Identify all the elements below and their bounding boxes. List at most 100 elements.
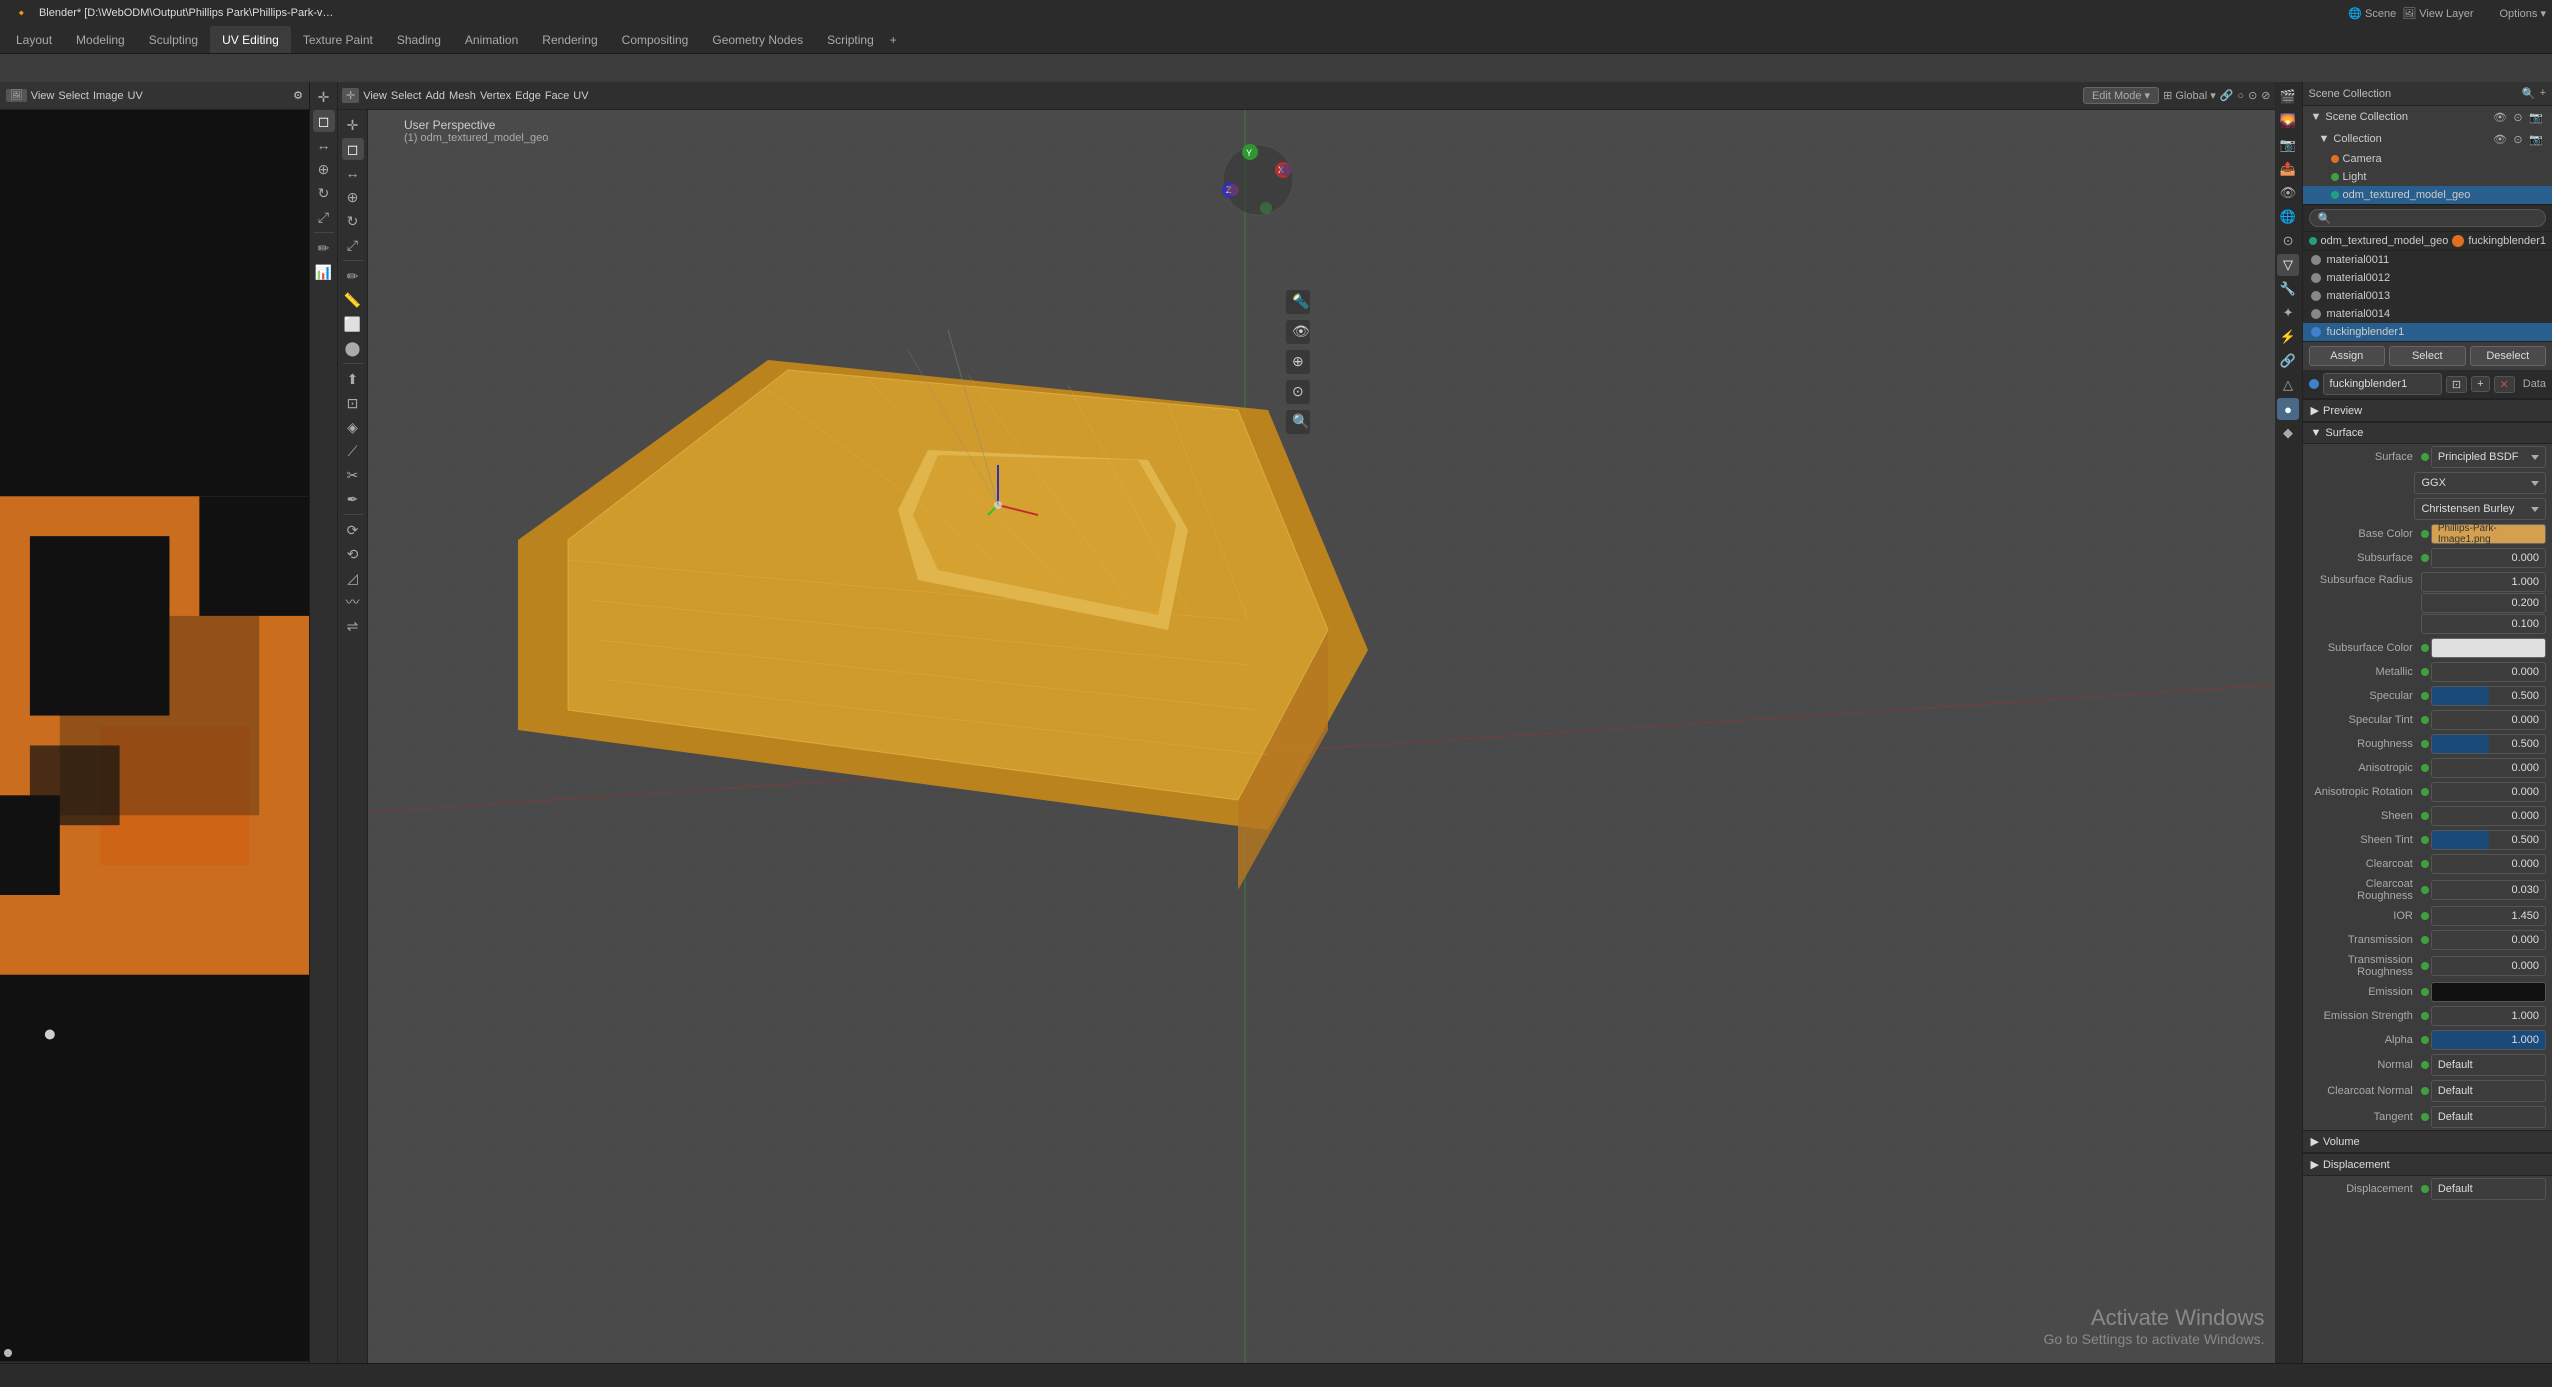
metallic-value[interactable]: 0.000 bbox=[2431, 662, 2546, 682]
viewport-add-btn[interactable]: Add bbox=[425, 90, 445, 102]
prop-physics-icon[interactable]: ⚡ bbox=[2277, 326, 2299, 348]
ior-value[interactable]: 1.450 bbox=[2431, 906, 2546, 926]
vp-bevel-tool[interactable]: ◈ bbox=[342, 416, 364, 438]
clearcoat-roughness-value[interactable]: 0.030 bbox=[2431, 880, 2546, 900]
uv-mode-indicator[interactable]: 🖼 bbox=[6, 89, 27, 102]
subsurface-radius-val-2[interactable]: 0.200 bbox=[2421, 593, 2546, 613]
prop-renderlayer-icon[interactable]: 🌄 bbox=[2277, 110, 2299, 132]
viewport-icon[interactable]: ⊙ bbox=[2510, 109, 2526, 125]
vp-polypen-tool[interactable]: ✒ bbox=[342, 488, 364, 510]
mat-item-fucking[interactable]: fuckingblender1 bbox=[2303, 323, 2552, 341]
viewport-select-btn[interactable]: Select bbox=[391, 90, 422, 102]
anisotropic-rotation-value[interactable]: 0.000 bbox=[2431, 782, 2546, 802]
tab-layout[interactable]: Layout bbox=[4, 26, 64, 53]
surface-section-header[interactable]: ▼ Surface bbox=[2303, 422, 2552, 444]
tree-item-collection[interactable]: ▼ Collection 👁 ⊙ 📷 bbox=[2303, 128, 2552, 150]
vp-measure-tool[interactable]: 📏 bbox=[342, 289, 364, 311]
emission-color-swatch[interactable] bbox=[2431, 982, 2546, 1002]
clearcoat-value[interactable]: 0.000 bbox=[2431, 854, 2546, 874]
mat-item-0014[interactable]: material0014 bbox=[2303, 305, 2552, 323]
eye2-icon[interactable]: 👁 bbox=[2492, 131, 2508, 147]
tab-rendering[interactable]: Rendering bbox=[530, 26, 609, 53]
roughness-value[interactable]: 0.500 bbox=[2431, 734, 2546, 754]
sheen-value[interactable]: 0.000 bbox=[2431, 806, 2546, 826]
anisotropic-value[interactable]: 0.000 bbox=[2431, 758, 2546, 778]
vp-extrude-tool[interactable]: ⬆ bbox=[342, 368, 364, 390]
prop-object-icon[interactable]: ▽ bbox=[2277, 254, 2299, 276]
new-collection-icon[interactable]: + bbox=[2540, 87, 2546, 100]
tab-uv-editing[interactable]: UV Editing bbox=[210, 26, 291, 53]
tab-scripting[interactable]: Scripting bbox=[815, 26, 886, 53]
select-button[interactable]: Select bbox=[2389, 346, 2466, 366]
properties-search-box[interactable]: 🔍 bbox=[2309, 209, 2546, 227]
subsurface-color-swatch[interactable] bbox=[2431, 638, 2546, 658]
emission-strength-value[interactable]: 1.000 bbox=[2431, 1006, 2546, 1026]
vp-rotate-tool[interactable]: ↻ bbox=[342, 210, 364, 232]
render2-icon[interactable]: 📷 bbox=[2528, 131, 2544, 147]
stats-tool[interactable]: 📊 bbox=[313, 261, 335, 283]
vp-push-pull-tool[interactable]: ⟲ bbox=[342, 543, 364, 565]
vp-edge-slide-tool[interactable]: ⇌ bbox=[342, 615, 364, 637]
ggx-dropdown[interactable]: GGX bbox=[2414, 472, 2546, 494]
transmission-value[interactable]: 0.000 bbox=[2431, 930, 2546, 950]
subsurface-value[interactable]: 0.000 bbox=[2431, 548, 2546, 568]
prop-render-icon[interactable]: 📷 bbox=[2277, 134, 2299, 156]
annotate-tool[interactable]: ✏ bbox=[313, 237, 335, 259]
mat-delete-btn[interactable]: ✕ bbox=[2494, 376, 2515, 393]
tab-shading[interactable]: Shading bbox=[385, 26, 453, 53]
prop-shaderfx-icon[interactable]: ◆ bbox=[2277, 422, 2299, 444]
vp-transform-tool[interactable]: ↔ bbox=[342, 162, 364, 184]
prop-view-layer-icon[interactable]: 👁 bbox=[2277, 182, 2299, 204]
tree-item-light[interactable]: Light bbox=[2303, 168, 2552, 186]
mat-item-0013[interactable]: material0013 bbox=[2303, 287, 2552, 305]
prop-modifier-icon[interactable]: 🔧 bbox=[2277, 278, 2299, 300]
prop-data-icon[interactable]: △ bbox=[2277, 374, 2299, 396]
mat-new-btn[interactable]: + bbox=[2471, 376, 2489, 392]
volume-section-header[interactable]: ▶ Volume bbox=[2303, 1130, 2552, 1153]
surface-bsdf-dropdown[interactable]: Principled BSDF bbox=[2431, 446, 2546, 468]
mat-browse-btn[interactable]: ⊡ bbox=[2446, 376, 2467, 393]
vp-loop-cut-tool[interactable]: ⟋ bbox=[342, 440, 364, 462]
viewport-xray-btn[interactable]: ⊘ bbox=[2261, 89, 2270, 102]
specular-value[interactable]: 0.500 bbox=[2431, 686, 2546, 706]
alpha-value[interactable]: 1.000 bbox=[2431, 1030, 2546, 1050]
tree-item-mesh[interactable]: odm_textured_model_geo bbox=[2303, 186, 2552, 204]
viewport-mode-dropdown[interactable]: Edit Mode ▾ bbox=[2083, 87, 2159, 104]
vp-inset-tool[interactable]: ⊡ bbox=[342, 392, 364, 414]
vp-smooth-tool[interactable]: 〰 bbox=[342, 591, 364, 613]
add-workspace-btn[interactable]: + bbox=[886, 33, 901, 47]
uv-view-btn[interactable]: View bbox=[31, 90, 55, 102]
assign-button[interactable]: Assign bbox=[2309, 346, 2386, 366]
vp-cursor-tool[interactable]: ✛ bbox=[342, 114, 364, 136]
specular-tint-value[interactable]: 0.000 bbox=[2431, 710, 2546, 730]
tab-geometry-nodes[interactable]: Geometry Nodes bbox=[700, 26, 815, 53]
uv-image-btn[interactable]: Image bbox=[93, 90, 124, 102]
normal-dropdown[interactable]: Default bbox=[2431, 1054, 2546, 1076]
vp-scale-tool[interactable]: ⤢ bbox=[342, 234, 364, 256]
displacement-dropdown[interactable]: Default bbox=[2431, 1178, 2546, 1200]
tab-texture-paint[interactable]: Texture Paint bbox=[291, 26, 385, 53]
move-tool[interactable]: ⊕ bbox=[313, 158, 335, 180]
filter-icon[interactable]: 🔍 bbox=[2522, 87, 2536, 100]
vp-move-tool[interactable]: ⊕ bbox=[342, 186, 364, 208]
vp-add-sphere-tool[interactable]: ⬤ bbox=[342, 337, 364, 359]
prop-world-icon[interactable]: ⊙ bbox=[2277, 230, 2299, 252]
transform-tool[interactable]: ↔ bbox=[313, 134, 335, 156]
uv-select-btn[interactable]: Select bbox=[58, 90, 89, 102]
prop-output-icon[interactable]: 📤 bbox=[2277, 158, 2299, 180]
current-mat-name[interactable]: fuckingblender1 bbox=[2323, 373, 2442, 395]
vp-select-tool[interactable]: ◻ bbox=[342, 138, 364, 160]
tree-item-camera[interactable]: Camera bbox=[2303, 150, 2552, 168]
prop-particles-icon[interactable]: ✦ bbox=[2277, 302, 2299, 324]
render-icon[interactable]: 📷 bbox=[2528, 109, 2544, 125]
viewport-edge-btn[interactable]: Edge bbox=[515, 90, 541, 102]
viewport-uv-btn[interactable]: UV bbox=[573, 90, 588, 102]
viewport-global-btn[interactable]: ⊞ Global ▾ bbox=[2163, 89, 2216, 102]
tree-item-scene-collection[interactable]: ▼ Scene Collection 👁 ⊙ 📷 bbox=[2303, 106, 2552, 128]
displacement-section-header[interactable]: ▶ Displacement bbox=[2303, 1153, 2552, 1176]
scale-tool[interactable]: ⤢ bbox=[313, 206, 335, 228]
sheen-tint-value[interactable]: 0.500 bbox=[2431, 830, 2546, 850]
mat-item-0012[interactable]: material0012 bbox=[2303, 269, 2552, 287]
tab-sculpting[interactable]: Sculpting bbox=[137, 26, 210, 53]
uv-uv-btn[interactable]: UV bbox=[128, 90, 143, 102]
